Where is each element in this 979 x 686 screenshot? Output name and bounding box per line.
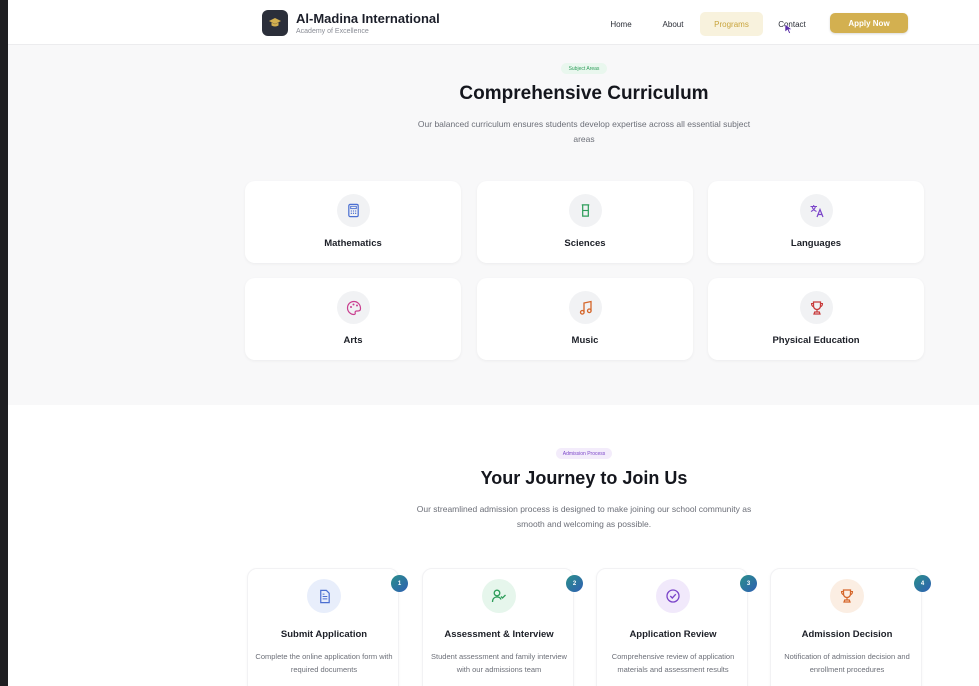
check-circle-icon [666,589,680,603]
step-number-badge: 1 [391,575,408,592]
admission-section: Admission Process Your Journey to Join U… [8,405,979,686]
beaker-icon [581,204,590,217]
step-title: Admission Decision [801,629,893,640]
step-number-badge: 2 [566,575,583,592]
step-title: Submit Application [280,629,368,640]
apply-now-button[interactable]: Apply Now [830,13,908,33]
step-number-badge: 4 [914,575,931,592]
subject-areas-badge: Subject Areas [561,63,607,74]
nav-about[interactable]: About [656,12,690,36]
graduation-cap-icon [269,18,281,27]
subject-label: Arts [343,335,363,346]
step-card-assessment-interview[interactable]: 2 Assessment & Interview Student assessm… [422,568,583,686]
subject-card-physical-education[interactable]: Physical Education [708,278,924,360]
admission-process-badge: Admission Process [556,448,612,459]
step-number-badge: 3 [740,575,757,592]
subject-card-sciences[interactable]: Sciences [477,181,693,263]
nav-home[interactable]: Home [606,12,636,36]
step-description: Notification of admission decision and e… [784,652,910,674]
subject-card-arts[interactable]: Arts [245,278,461,360]
mouse-cursor-icon [785,24,793,34]
nav-programs[interactable]: Programs [700,12,763,36]
brand-subtitle: Academy of Excellence [296,28,369,35]
step-description: Student assessment and family interview … [431,652,567,674]
brand-title[interactable]: Al-Madina International [296,11,440,26]
trophy-icon [810,300,823,315]
palette-icon [346,300,361,315]
step-card-admission-decision[interactable]: 4 Admission Decision Notification of adm… [770,568,931,686]
subject-label: Music [571,335,599,346]
site-header: Al-Madina International Academy of Excel… [8,0,979,45]
music-note-icon [579,300,592,315]
user-check-icon [491,589,506,603]
translate-icon [810,204,824,217]
curriculum-title: Comprehensive Curriculum [459,83,709,104]
subject-card-mathematics[interactable]: Mathematics [245,181,461,263]
admission-description: Our streamlined admission process is des… [416,504,752,529]
subject-label: Mathematics [324,238,382,249]
subject-card-music[interactable]: Music [477,278,693,360]
subject-label: Physical Education [772,335,860,346]
step-card-application-review[interactable]: 3 Application Review Comprehensive revie… [596,568,757,686]
step-title: Assessment & Interview [444,629,554,640]
logo[interactable] [262,10,288,36]
browser-viewport: Al-Madina International Academy of Excel… [8,0,979,686]
curriculum-section: Subject Areas Comprehensive Curriculum O… [8,45,979,405]
curriculum-description: Our balanced curriculum ensures students… [417,119,751,144]
calculator-icon [348,203,359,218]
admission-title: Your Journey to Join Us [480,468,688,488]
document-icon [319,589,330,603]
subject-label: Sciences [564,238,606,249]
step-card-submit-application[interactable]: 1 Submit Application Complete the online… [247,568,408,686]
step-description: Comprehensive review of application mate… [611,652,735,674]
subject-label: Languages [790,238,842,249]
step-title: Application Review [629,629,717,640]
trophy-icon [840,589,854,603]
subject-card-languages[interactable]: Languages [708,181,924,263]
step-description: Complete the online application form wit… [255,652,393,674]
